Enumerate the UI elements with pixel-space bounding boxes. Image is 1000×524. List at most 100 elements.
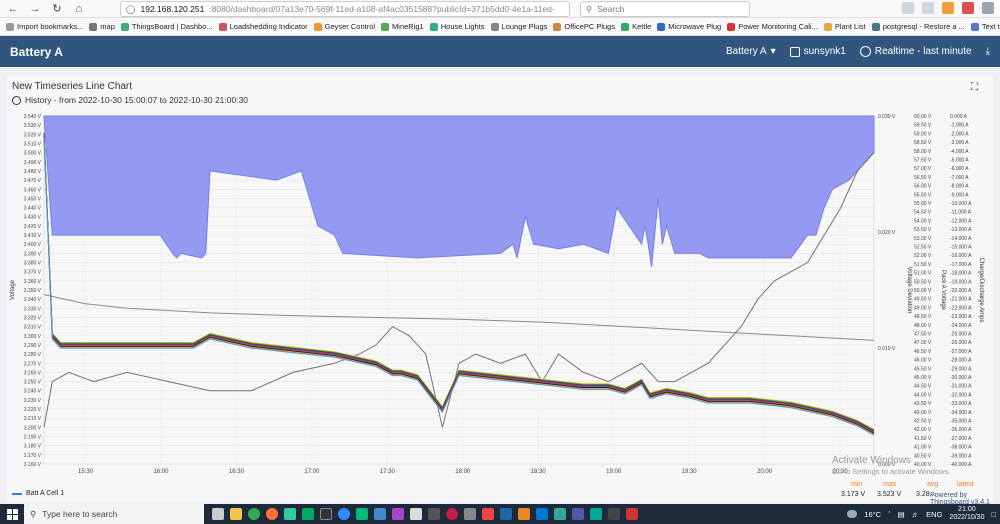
bookmark-favicon-icon <box>823 22 832 31</box>
y-pack-tick-label: 54.00 V <box>914 218 932 224</box>
bookmark-item[interactable]: Loadshedding Indicator <box>218 22 308 31</box>
stat-avg-label: avg <box>927 481 939 488</box>
y-pack-tick-label: 42.50 V <box>914 419 932 425</box>
bookmark-item[interactable]: ThingsBoard | Dashbo... <box>120 22 213 31</box>
y-amps-tick-label: -10.000 A <box>950 201 972 207</box>
raspberry-icon[interactable] <box>446 508 458 520</box>
x-tick-label: 15:30 <box>78 469 94 475</box>
bookmark-item[interactable]: Kettle <box>621 22 651 31</box>
y-left-tick-label: 3.290 V <box>24 343 42 349</box>
download-icon[interactable] <box>902 2 914 14</box>
y-left-tick-label: 3.520 V <box>24 132 42 138</box>
dashboard-state-select[interactable]: Battery A ▾ <box>726 46 776 57</box>
y-left-tick-label: 3.230 V <box>24 398 42 404</box>
bookmark-item[interactable]: Import bookmarks... <box>6 22 83 31</box>
menu-icon[interactable] <box>982 2 994 14</box>
windows-start-icon[interactable] <box>0 504 24 524</box>
y-amps-tick-label: -34.000 A <box>950 410 972 416</box>
firefox-icon[interactable] <box>266 508 278 520</box>
app-icon[interactable] <box>392 508 404 520</box>
bookmark-item[interactable]: MineRig1 <box>381 22 424 31</box>
bookmark-favicon-icon <box>621 22 630 31</box>
y-left-tick-label: 3.490 V <box>24 160 42 166</box>
forward-icon[interactable]: → <box>28 2 42 16</box>
y-left-tick-label: 3.300 V <box>24 334 42 340</box>
y-left-tick-label: 3.340 V <box>24 297 42 303</box>
app-icon[interactable] <box>518 508 530 520</box>
bookmark-label: map <box>100 22 115 31</box>
zoom-icon[interactable] <box>338 508 350 520</box>
y-amps-tick-label: -31.000 A <box>950 384 972 390</box>
bookmark-item[interactable]: Geyser Control <box>313 22 375 31</box>
task-view-icon[interactable] <box>212 508 224 520</box>
bookmark-item[interactable]: postgresql - Restore a ... <box>871 22 965 31</box>
volume-icon[interactable]: ♬ <box>912 510 920 519</box>
windows-taskbar: ⚲ Type here to search 16°C ˆ ▤ ♬ ENG 21:… <box>0 504 1000 524</box>
language-indicator[interactable]: ENG <box>926 510 942 519</box>
bookmark-item[interactable]: House Lights <box>429 22 485 31</box>
bookmark-item[interactable]: map <box>89 22 115 31</box>
metamask-icon[interactable] <box>942 2 954 14</box>
bookmark-item[interactable]: Power Monitoring Cali... <box>727 22 818 31</box>
y-left-axis-label: Voltage <box>10 279 16 300</box>
y-left-tick-label: 3.440 V <box>24 206 42 212</box>
line-chart[interactable]: 3.540 V 3.530 V 3.520 V 3.510 V 3.500 V 3.490… <box>6 106 994 506</box>
y-pack-tick-label: 50.50 V <box>914 279 932 285</box>
app-icon[interactable] <box>302 508 314 520</box>
app-icon[interactable] <box>410 508 422 520</box>
bookmark-item[interactable]: Text to ASCII Art Gene... <box>970 22 1000 31</box>
series-deviation-area <box>43 115 875 268</box>
y-amps-tick-label: -5.000 A <box>950 158 969 164</box>
url-bar[interactable]: ◯ 192.168.120.251:8080/dashboard/07a13e7… <box>120 1 570 17</box>
export-download-icon[interactable]: ⤓ <box>986 46 990 57</box>
app-icon[interactable] <box>500 508 512 520</box>
y-pack-tick-label: 49.00 V <box>914 305 932 311</box>
chrome-icon[interactable] <box>248 508 260 520</box>
y-left-tick-label: 3.410 V <box>24 233 42 239</box>
y-amps-tick-label: -4.000 A <box>950 149 969 155</box>
app-icon[interactable] <box>572 508 584 520</box>
app-icon[interactable] <box>320 508 332 520</box>
taskbar-search-input[interactable]: ⚲ Type here to search <box>24 504 204 524</box>
back-icon[interactable]: ← <box>6 2 20 16</box>
y-left-tick-label: 3.280 V <box>24 352 42 358</box>
legend-label[interactable]: Batt A Cell 1 <box>26 490 64 497</box>
app-icon[interactable] <box>626 508 638 520</box>
app-icon[interactable] <box>374 508 386 520</box>
bookmark-item[interactable]: OfficePC Plugs <box>553 22 615 31</box>
y-pack-tick-label: 49.50 V <box>914 297 932 303</box>
app-icon[interactable] <box>554 508 566 520</box>
y-deviation-tick-label: 0.030 V <box>878 114 896 120</box>
bookmark-item[interactable]: Lounge Plugs <box>490 22 547 31</box>
bookmark-item[interactable]: Plant List <box>823 22 866 31</box>
app-icon[interactable] <box>482 508 494 520</box>
app-icon[interactable] <box>284 508 296 520</box>
app-icon[interactable] <box>608 508 620 520</box>
notification-icon[interactable]: □ <box>991 510 996 519</box>
y-pack-tick-label: 50.00 V <box>914 288 932 294</box>
chevron-up-icon[interactable]: ˆ <box>888 510 891 519</box>
weather-temp[interactable]: 16°C <box>864 510 881 519</box>
explorer-icon[interactable] <box>230 508 242 520</box>
bookmark-favicon-icon <box>553 22 562 31</box>
app-icon[interactable] <box>590 508 602 520</box>
app-icon[interactable] <box>428 508 440 520</box>
app-icon[interactable] <box>356 508 368 520</box>
clock[interactable]: 21:00 2022/10/30 <box>949 506 984 522</box>
home-icon[interactable]: ⌂ <box>72 2 86 16</box>
browser-search-input[interactable]: ⚲ Search <box>580 1 750 17</box>
bookmark-item[interactable]: Microwave Plug <box>657 22 721 31</box>
timewindow-button[interactable]: Realtime - last minute <box>859 46 972 57</box>
extension-icon[interactable] <box>962 2 974 14</box>
y-pack-tick-label: 45.00 V <box>914 375 932 381</box>
y-pack-tick-label: 47.00 V <box>914 340 932 346</box>
entity-select[interactable]: sunsynk1 <box>789 46 846 57</box>
y-amps-tick-label: -19.000 A <box>950 279 972 285</box>
app-icon[interactable] <box>464 508 476 520</box>
y-left-tick-label: 3.400 V <box>24 242 42 248</box>
vscode-icon[interactable] <box>536 508 548 520</box>
reload-icon[interactable]: ↻ <box>50 2 64 16</box>
network-icon[interactable]: ▤ <box>898 510 905 519</box>
fullscreen-icon[interactable]: ⛶ <box>971 82 978 93</box>
library-icon[interactable] <box>922 2 934 14</box>
